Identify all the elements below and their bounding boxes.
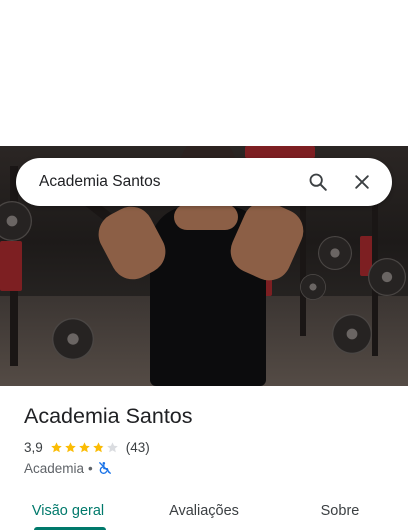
photo-weight-plate (52, 318, 94, 360)
star-rating (50, 441, 120, 454)
star-icon (79, 441, 90, 452)
place-category: Academia (24, 460, 85, 476)
photo-weight-plate (0, 201, 32, 241)
search-button[interactable] (296, 160, 340, 204)
tab-overview[interactable]: Visão geral (0, 488, 136, 532)
review-count[interactable]: (43) (126, 440, 150, 455)
search-bar[interactable]: Academia Santos (16, 158, 392, 206)
photo-weight-plate (368, 258, 406, 296)
tab-reviews[interactable]: Avaliações (136, 488, 272, 532)
star-icon (93, 441, 104, 452)
rating-value: 3,9 (24, 439, 43, 455)
close-button[interactable] (340, 160, 384, 204)
star-icon (65, 441, 76, 452)
search-input[interactable]: Academia Santos (16, 173, 296, 191)
separator-dot: • (88, 460, 93, 476)
photo-equipment (245, 146, 315, 158)
not-wheelchair-accessible-icon (98, 462, 111, 474)
photo-rack (300, 186, 306, 336)
photo-weight-plate (300, 274, 326, 300)
rating-row[interactable]: 3,9 (43) (24, 438, 150, 456)
star-icon (107, 441, 118, 452)
close-icon (355, 175, 369, 189)
photo-weight-plate (332, 314, 372, 354)
place-title: Academia Santos (24, 404, 193, 428)
photo-hands (174, 204, 238, 230)
category-row: Academia • (24, 459, 112, 477)
star-icon (51, 441, 62, 452)
photo-weight-plate (318, 236, 352, 270)
search-icon (309, 173, 327, 191)
tab-bar: Visão geral Avaliações Sobre (0, 488, 408, 532)
tab-about[interactable]: Sobre (272, 488, 408, 532)
photo-equipment (0, 241, 22, 291)
